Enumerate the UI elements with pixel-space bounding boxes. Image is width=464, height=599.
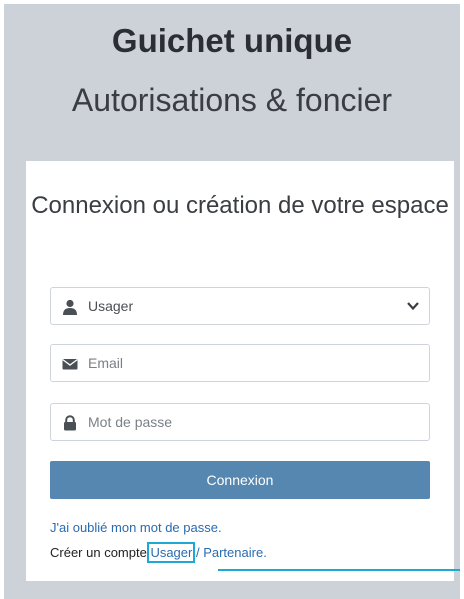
email-field[interactable]: Email	[50, 344, 430, 382]
forgot-password-link[interactable]: J'ai oublié mon mot de passe.	[50, 520, 222, 535]
lock-icon	[64, 415, 76, 431]
chevron-down-icon	[407, 302, 419, 311]
user-icon	[63, 299, 77, 315]
email-placeholder: Email	[88, 355, 124, 371]
create-account-prefix: Créer un compte	[50, 545, 151, 560]
create-separator: /	[192, 545, 204, 560]
profile-select[interactable]: Usager	[50, 287, 430, 325]
page-subtitle: Autorisations & foncier	[71, 82, 393, 118]
login-heading: Connexion ou création de votre espace	[31, 192, 449, 219]
password-placeholder: Mot de passe	[88, 414, 173, 430]
create-partner-link[interactable]: Partenaire	[203, 545, 263, 560]
password-field[interactable]: Mot de passe	[50, 403, 430, 441]
profile-select-value: Usager	[88, 298, 134, 314]
connexion-button[interactable]: Connexion	[50, 461, 430, 499]
create-account-line: Créer un compte Usager / Partenaire.	[50, 542, 267, 563]
create-usager-link[interactable]: Usager	[147, 542, 196, 563]
page: Guichet unique Autorisations & foncier C…	[0, 0, 464, 599]
envelope-icon	[62, 359, 78, 370]
callout-line	[218, 569, 460, 571]
page-title: Guichet unique	[111, 22, 353, 59]
create-suffix: .	[263, 545, 267, 560]
